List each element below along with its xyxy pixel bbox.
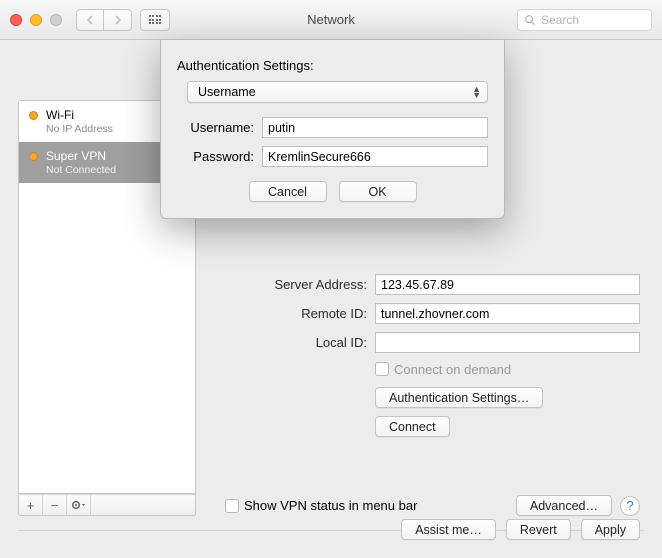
cancel-button[interactable]: Cancel [249, 181, 327, 202]
show-vpn-status-checkbox[interactable] [225, 499, 239, 513]
search-icon [524, 14, 536, 26]
remove-service-button[interactable]: − [43, 495, 67, 515]
back-button[interactable] [76, 9, 104, 31]
auth-settings-sheet: Authentication Settings: Username ▲▼ Use… [160, 40, 505, 219]
footer-buttons: Assist me… Revert Apply [401, 519, 640, 540]
connect-button[interactable]: Connect [375, 416, 450, 437]
popup-arrows-icon: ▲▼ [472, 86, 481, 98]
titlebar: Network Search [0, 0, 662, 40]
zoom-window-button [50, 14, 62, 26]
remote-id-label: Remote ID: [225, 306, 375, 321]
service-status: Not Connected [46, 164, 116, 176]
sheet-title: Authentication Settings: [177, 58, 488, 73]
chevron-left-icon [86, 15, 94, 25]
password-input[interactable] [262, 146, 488, 167]
search-field[interactable]: Search [517, 9, 652, 31]
gear-icon [71, 499, 87, 511]
nav-segment [76, 9, 132, 31]
username-input[interactable] [262, 117, 488, 138]
server-address-input[interactable] [375, 274, 640, 295]
search-placeholder: Search [541, 13, 579, 27]
local-id-label: Local ID: [225, 335, 375, 350]
revert-button[interactable]: Revert [506, 519, 571, 540]
add-service-button[interactable]: + [19, 495, 43, 515]
forward-button[interactable] [104, 9, 132, 31]
minimize-window-button[interactable] [30, 14, 42, 26]
password-label: Password: [177, 149, 262, 164]
service-name: Wi-Fi [46, 108, 113, 123]
advanced-button[interactable]: Advanced… [516, 495, 612, 516]
assist-me-button[interactable]: Assist me… [401, 519, 496, 540]
local-id-input[interactable] [375, 332, 640, 353]
auth-method-value: Username [198, 85, 256, 99]
username-label: Username: [177, 120, 262, 135]
connect-on-demand-checkbox[interactable] [375, 362, 389, 376]
vpn-settings: Server Address: Remote ID: Local ID: Con… [225, 274, 640, 445]
service-name: Super VPN [46, 149, 116, 164]
grid-icon [149, 15, 162, 24]
ok-button[interactable]: OK [339, 181, 417, 202]
service-status: No IP Address [46, 123, 113, 135]
close-window-button[interactable] [10, 14, 22, 26]
status-dot-icon [29, 152, 38, 161]
bottom-row: Show VPN status in menu bar Advanced… ? [225, 495, 640, 516]
auth-settings-button[interactable]: Authentication Settings… [375, 387, 543, 408]
apply-button[interactable]: Apply [581, 519, 640, 540]
remote-id-input[interactable] [375, 303, 640, 324]
connect-on-demand-label: Connect on demand [394, 362, 511, 377]
server-address-label: Server Address: [225, 277, 375, 292]
show-all-button[interactable] [140, 9, 170, 31]
service-actions-button[interactable] [67, 495, 91, 515]
auth-method-popup[interactable]: Username ▲▼ [187, 81, 488, 103]
chevron-right-icon [114, 15, 122, 25]
help-button[interactable]: ? [620, 496, 640, 516]
show-vpn-status-label: Show VPN status in menu bar [244, 498, 417, 513]
window-controls [10, 14, 62, 26]
status-dot-icon [29, 111, 38, 120]
sidebar-footer: + − [18, 494, 196, 516]
